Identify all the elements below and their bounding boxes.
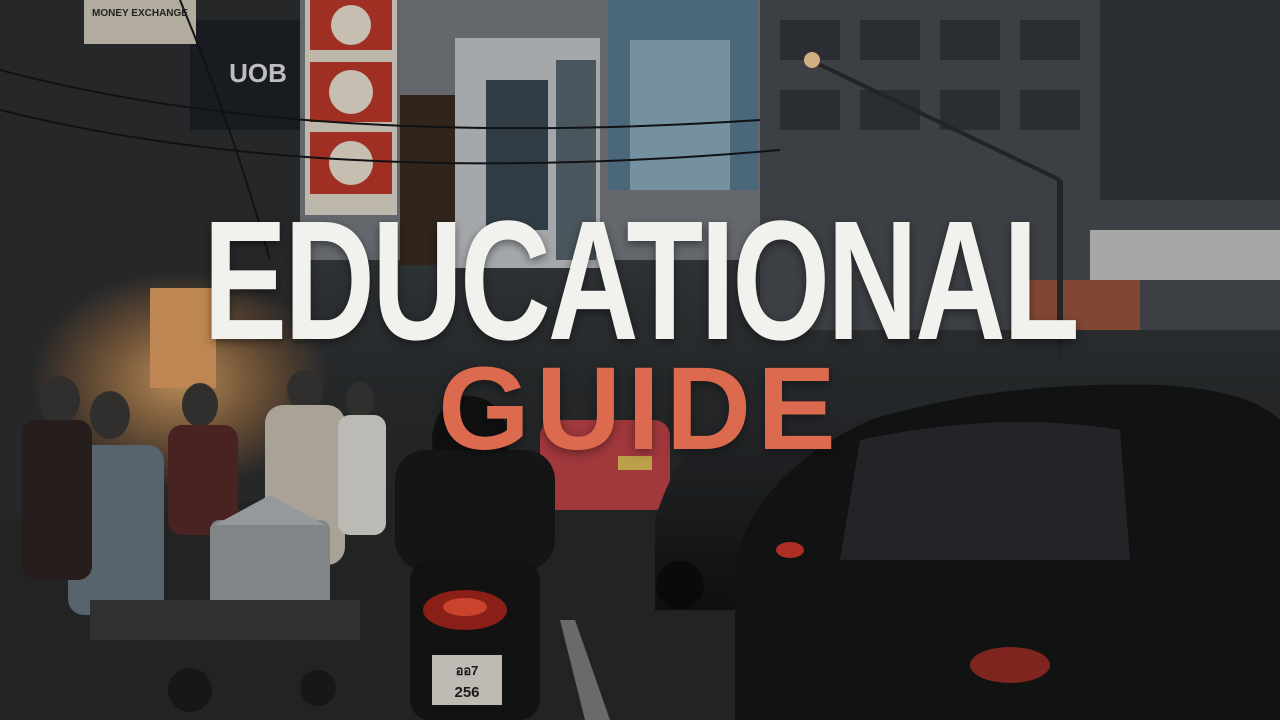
subline: GUIDE [438,343,842,475]
headline: EDUCATIONAL [203,186,1080,376]
title-block: EDUCATIONAL GUIDE [0,0,1280,720]
street-photo: MONEY EXCHANGE UOB ออ7 256 EDUCATIONAL G… [0,0,1280,720]
